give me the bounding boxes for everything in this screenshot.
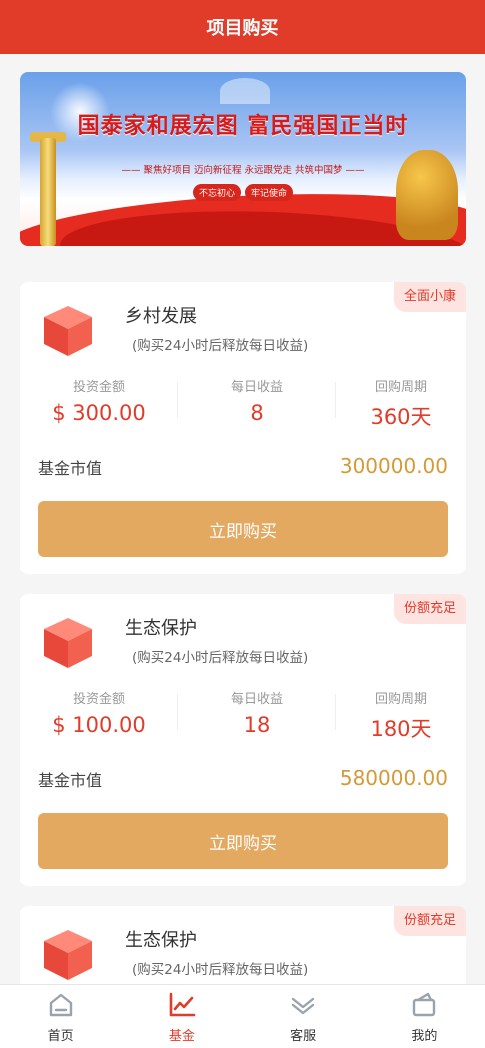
product-name: 生态保护: [125, 618, 197, 639]
tab-label: 首页: [47, 1029, 74, 1044]
market-value: 300000.00: [339, 454, 448, 478]
period-label: 回购周期: [374, 380, 427, 395]
invest-value: $ 100.00: [52, 713, 146, 737]
wallet-icon: [413, 992, 436, 1017]
product-badge: 全面小康: [393, 282, 466, 312]
tab-home[interactable]: 首页: [0, 985, 121, 1048]
stat-daily: 每日收益 18: [178, 688, 336, 744]
stat-period: 回购周期 180天: [336, 688, 466, 744]
banner-slogan-1: 不忘初心: [192, 184, 241, 201]
daily-value: 18: [243, 713, 271, 737]
tab-fund[interactable]: 基金: [121, 985, 242, 1048]
bottom-tab-bar: 首页 基金 客服 我的: [0, 984, 485, 1048]
daily-label: 每日收益: [230, 692, 283, 707]
emblem-icon: [220, 78, 270, 104]
product-badge: 份额充足: [393, 906, 466, 936]
tab-label: 客服: [290, 1029, 317, 1044]
invest-label: 投资金额: [72, 380, 125, 395]
product-card: 全面小康 乡村发展 (购买24小时后释放每日收益) 投资金额 $ 300.00 …: [20, 282, 466, 574]
invest-value: $ 300.00: [52, 401, 146, 425]
invest-label: 投资金额: [72, 692, 125, 707]
market-label: 基金市值: [38, 459, 103, 478]
product-stats: 投资金额 $ 100.00 每日收益 18 回购周期 180天: [20, 688, 466, 744]
home-icon: [49, 993, 72, 1017]
chart-icon: [169, 992, 196, 1017]
product-card: 份额充足 生态保护 (购买24小时后释放每日收益) 投资金额 $ 100.00 …: [20, 594, 466, 886]
product-name: 生态保护: [125, 930, 197, 951]
product-note: (购买24小时后释放每日收益): [132, 338, 309, 354]
banner-slogans: 不忘初心 牢记使命: [20, 184, 466, 201]
product-badge: 份额充足: [393, 594, 466, 624]
banner-slogan-2: 牢记使命: [245, 184, 294, 201]
buy-now-button[interactable]: 立即购买: [38, 813, 448, 869]
page-header: 项目购买: [0, 0, 485, 54]
period-value: 360天: [370, 405, 432, 429]
product-stats: 投资金额 $ 300.00 每日收益 8 回购周期 360天: [20, 376, 466, 432]
tab-mine[interactable]: 我的: [364, 985, 485, 1048]
stat-daily: 每日收益 8: [178, 376, 336, 432]
product-note: (购买24小时后释放每日收益): [132, 962, 309, 978]
banner-title: 国泰家和展宏图 富民强国正当时: [77, 113, 409, 139]
cube-icon: [44, 930, 92, 980]
service-icon: [291, 997, 315, 1015]
daily-value: 8: [250, 401, 264, 425]
stat-period: 回购周期 360天: [336, 376, 466, 432]
stat-invest: 投资金额 $ 100.00: [20, 688, 178, 744]
promo-banner[interactable]: 国泰家和展宏图 富民强国正当时 —— 聚焦好项目 迈向新征程 永远跟党走 共筑中…: [20, 72, 466, 246]
cube-icon: [44, 306, 92, 356]
stat-invest: 投资金额 $ 300.00: [20, 376, 178, 432]
tab-service[interactable]: 客服: [243, 985, 364, 1048]
product-note: (购买24小时后释放每日收益): [132, 650, 309, 666]
period-label: 回购周期: [374, 692, 427, 707]
tab-label: 我的: [411, 1029, 438, 1044]
period-value: 180天: [370, 717, 432, 741]
banner-subtitle: —— 聚焦好项目 迈向新征程 永远跟党走 共筑中国梦 ——: [121, 165, 365, 176]
page-title: 项目购买: [206, 18, 279, 39]
tab-label: 基金: [168, 1029, 195, 1044]
cube-icon: [44, 618, 92, 668]
buy-now-button[interactable]: 立即购买: [38, 501, 448, 557]
product-name: 乡村发展: [125, 306, 197, 327]
daily-label: 每日收益: [230, 380, 283, 395]
market-label: 基金市值: [38, 771, 103, 790]
market-value: 580000.00: [339, 766, 448, 790]
